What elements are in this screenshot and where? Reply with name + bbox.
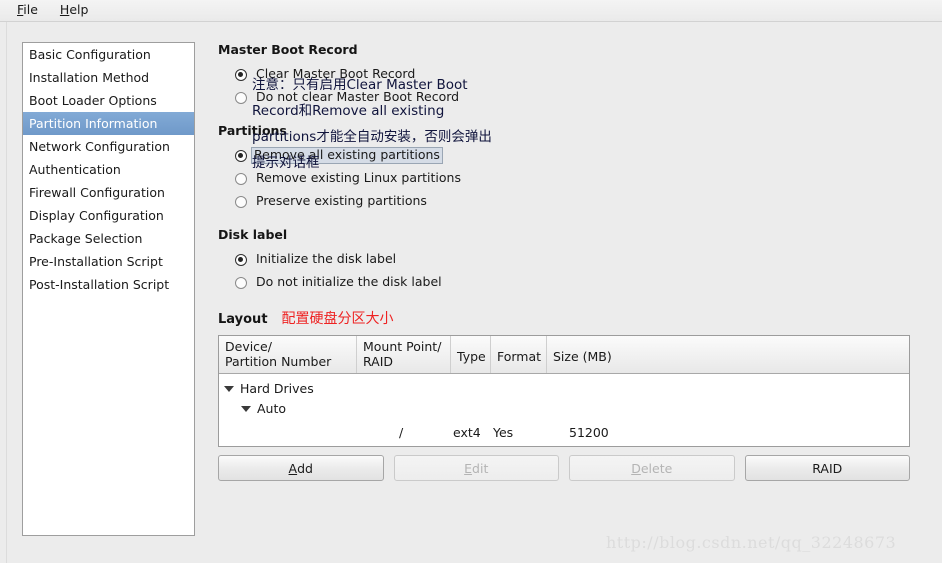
table-cell-device-label: Auto — [257, 400, 287, 416]
sidebar-item-authentication[interactable]: Authentication — [23, 158, 194, 181]
radio-button-icon[interactable] — [235, 276, 247, 289]
sidebar-item-display-configuration[interactable]: Display Configuration — [23, 204, 194, 227]
chevron-down-icon[interactable] — [224, 386, 234, 392]
radio-button-icon[interactable] — [235, 172, 247, 185]
sidebar-item-label: Network Configuration — [29, 139, 170, 154]
radio-preserve-existing-partitions[interactable]: Preserve existing partitions — [235, 190, 924, 213]
delete-button-mnemonic: D — [631, 460, 641, 476]
sidebar-item-installation-method[interactable]: Installation Method — [23, 66, 194, 89]
menu-item-help[interactable]: Help — [51, 2, 98, 20]
sidebar-list[interactable]: Basic Configuration Installation Method … — [22, 42, 195, 536]
column-header-line1: Type — [457, 348, 486, 364]
partition-action-buttons: Add Edit Delete RAID — [218, 455, 910, 481]
table-cell-device: Hard Drives — [219, 381, 357, 396]
sidebar-item-label: Post-Installation Script — [29, 277, 170, 292]
sidebar-item-network-configuration[interactable]: Network Configuration — [23, 135, 194, 158]
sidebar-item-label: Display Configuration — [29, 208, 164, 223]
column-header-line1: Format — [497, 348, 542, 364]
table-row[interactable]: Hard Drives — [219, 378, 909, 398]
sidebar-item-label: Installation Method — [29, 70, 150, 85]
layout-annotation: 配置硬盘分区大小 — [281, 311, 394, 327]
radio-button-icon[interactable] — [235, 149, 247, 162]
sidebar-item-partition-information[interactable]: Partition Information — [23, 112, 194, 135]
column-header-line2: RAID — [363, 354, 394, 369]
menu-bar: File Help — [0, 0, 942, 22]
column-header-type[interactable]: Type — [451, 336, 491, 373]
delete-button[interactable]: Delete — [569, 455, 735, 481]
menu-help-label-rest: elp — [69, 1, 89, 17]
menu-file-label-rest: ile — [23, 1, 38, 17]
radio-do-not-initialize-the-disk-label[interactable]: Do not initialize the disk label — [235, 271, 924, 294]
add-button[interactable]: Add — [218, 455, 384, 481]
sidebar-item-basic-configuration[interactable]: Basic Configuration — [23, 43, 194, 66]
radio-button-icon[interactable] — [235, 253, 247, 266]
menu-item-file[interactable]: File — [8, 2, 47, 20]
sidebar-item-pre-installation-script[interactable]: Pre-Installation Script — [23, 250, 194, 273]
table-cell-device: Auto — [219, 401, 357, 416]
delete-button-label-rest: elete — [640, 460, 673, 476]
edit-button[interactable]: Edit — [393, 455, 559, 481]
sidebar-item-label: Basic Configuration — [29, 47, 151, 62]
partition-table: Device/ Partition Number Mount Point/ RA… — [218, 335, 910, 447]
sidebar-item-package-selection[interactable]: Package Selection — [23, 227, 194, 250]
radio-label: Do not initialize the disk label — [256, 274, 442, 290]
sidebar-item-firewall-configuration[interactable]: Firewall Configuration — [23, 181, 194, 204]
raid-button[interactable]: RAID — [744, 455, 910, 481]
group-title-disk-label: Disk label — [218, 227, 288, 242]
column-header-mount-point[interactable]: Mount Point/ RAID — [357, 336, 451, 373]
table-header-row: Device/ Partition Number Mount Point/ RA… — [219, 336, 909, 374]
chinese-note-annotation: 注意：只有启用Clear Master Boot Record和Remove a… — [252, 77, 492, 171]
table-row[interactable]: Auto — [219, 398, 909, 418]
sidebar-item-label: Firewall Configuration — [29, 185, 165, 200]
group-title-mbr: Master Boot Record — [218, 42, 358, 57]
sidebar-item-post-installation-script[interactable]: Post-Installation Script — [23, 273, 194, 296]
add-button-label-rest: dd — [297, 460, 313, 476]
column-header-line1: Mount Point/ — [363, 339, 442, 354]
column-header-line1: Size (MB) — [553, 348, 612, 364]
sidebar-item-label: Package Selection — [29, 231, 143, 246]
sidebar-item-boot-loader-options[interactable]: Boot Loader Options — [23, 89, 194, 112]
sidebar-item-label: Pre-Installation Script — [29, 254, 163, 269]
sidebar-item-label: Boot Loader Options — [29, 93, 157, 108]
edit-button-mnemonic: E — [464, 460, 473, 476]
radio-button-icon[interactable] — [235, 91, 247, 104]
add-button-mnemonic: A — [288, 460, 298, 476]
radio-label: Preserve existing partitions — [256, 193, 427, 209]
table-body: Hard Drives Auto / ext4 Yes 51200 — [219, 378, 909, 446]
layout-title: Layout — [218, 312, 268, 327]
sidebar-item-label: Authentication — [29, 162, 121, 177]
chevron-down-icon[interactable] — [241, 406, 251, 412]
column-header-line2: Partition Number — [225, 354, 332, 369]
left-divider — [6, 22, 7, 563]
edit-button-label-rest: dit — [472, 460, 489, 476]
column-header-format[interactable]: Format — [491, 336, 547, 373]
layout-heading-row: Layout 配置硬盘分区大小 — [218, 308, 924, 328]
table-cell-device-label: Hard Drives — [240, 380, 314, 396]
column-header-size[interactable]: Size (MB) — [547, 336, 909, 373]
table-row[interactable]: / ext4 Yes 51200 — [219, 422, 909, 442]
table-cell-mount-point: / — [399, 424, 404, 440]
app-body: Basic Configuration Installation Method … — [0, 22, 942, 563]
radio-label: Initialize the disk label — [256, 251, 397, 267]
column-header-line1: Device/ — [225, 339, 272, 354]
table-cell-type: ext4 — [453, 424, 481, 440]
radio-initialize-the-disk-label[interactable]: Initialize the disk label — [235, 248, 924, 271]
menu-help-mnemonic: H — [59, 1, 70, 17]
table-cell-format: Yes — [493, 424, 514, 440]
sidebar-item-label: Partition Information — [29, 116, 158, 131]
raid-button-label: RAID — [812, 460, 843, 476]
radio-button-icon[interactable] — [235, 195, 247, 208]
table-cell-size: 51200 — [569, 424, 609, 440]
column-header-device[interactable]: Device/ Partition Number — [219, 336, 357, 373]
radio-button-icon[interactable] — [235, 68, 247, 81]
